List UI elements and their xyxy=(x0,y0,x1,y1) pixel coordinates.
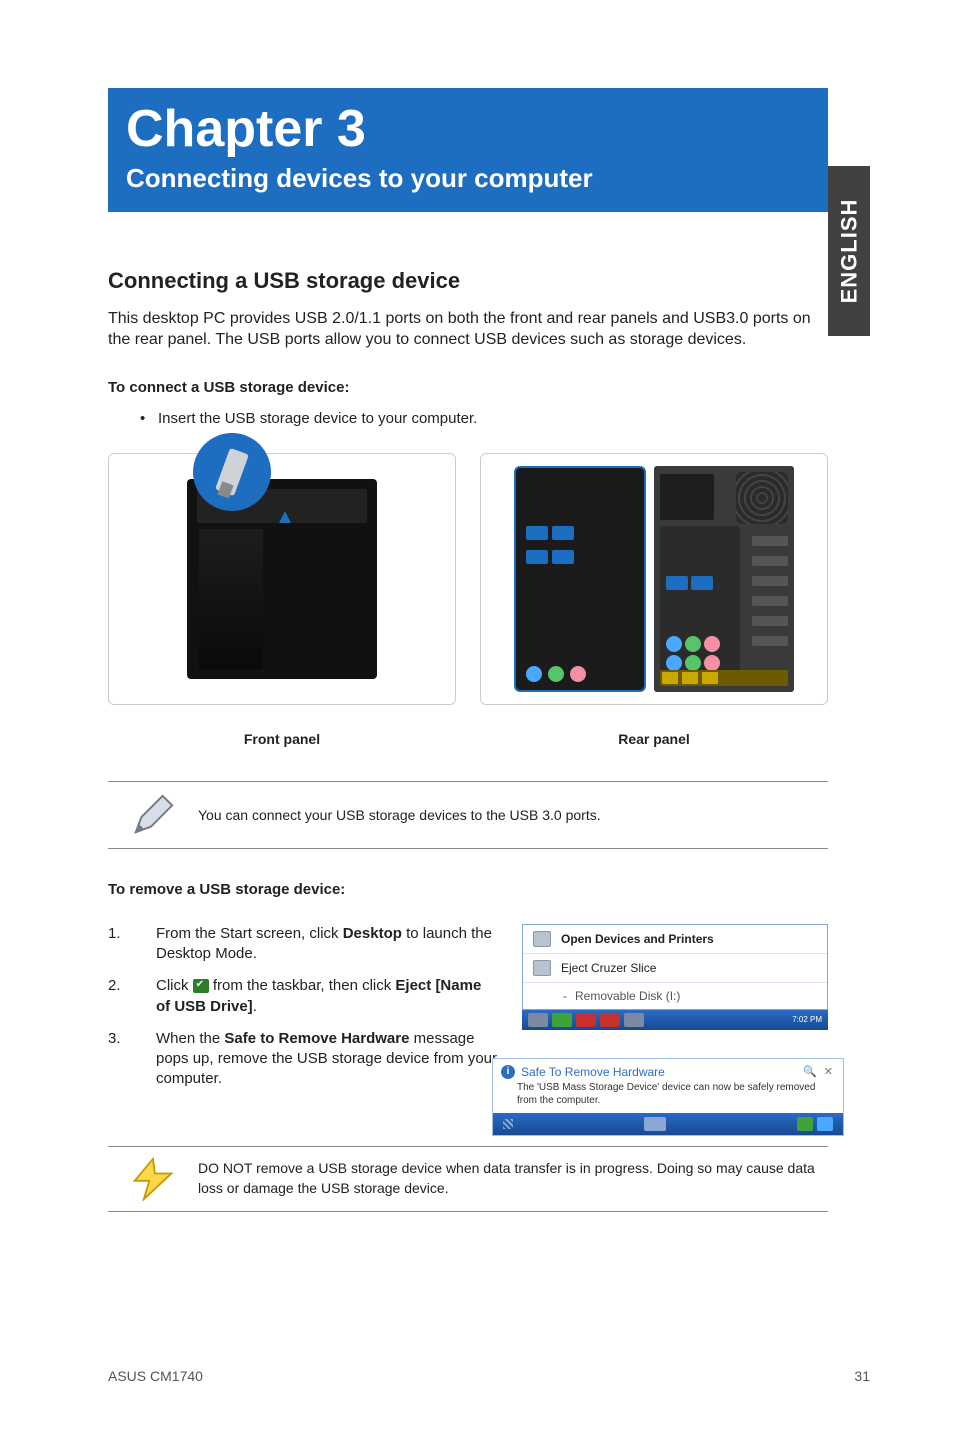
tray-icon[interactable] xyxy=(817,1117,833,1131)
psu-icon xyxy=(660,474,714,520)
keyboard-icon xyxy=(644,1117,666,1131)
step-number: 2. xyxy=(108,976,156,1017)
toast-taskbar xyxy=(493,1113,843,1135)
step-text: From the Start screen, click Desktop to … xyxy=(156,924,498,965)
note-block: You can connect your USB storage devices… xyxy=(108,781,828,849)
chapter-banner: Chapter 3 Connecting devices to your com… xyxy=(108,88,828,212)
step-number: 1. xyxy=(108,924,156,965)
taskbar-icon[interactable] xyxy=(624,1013,644,1027)
menu-item-open-devices[interactable]: Open Devices and Printers xyxy=(523,925,827,954)
menu-item-label: Eject Cruzer Slice xyxy=(561,961,656,975)
tray-eject-icon xyxy=(193,979,209,993)
caution-icon xyxy=(108,1157,198,1201)
note-text: You can connect your USB storage devices… xyxy=(198,807,828,823)
dash-icon: - xyxy=(563,989,567,1003)
list-item: 3. When the Safe to Remove Hardware mess… xyxy=(108,1029,498,1090)
usb-port-icon xyxy=(552,550,574,564)
language-tab: ENGLISH xyxy=(828,166,870,336)
usb-insert-callout-icon xyxy=(193,433,271,511)
panel-images-row xyxy=(108,453,828,705)
drive-icon xyxy=(533,960,551,976)
remove-subhead: To remove a USB storage device: xyxy=(108,881,858,898)
page-footer: ASUS CM1740 31 xyxy=(108,1368,870,1384)
taskbar-icon[interactable] xyxy=(600,1013,620,1027)
menu-item-label: Open Devices and Printers xyxy=(561,932,714,946)
pen-note-icon xyxy=(108,792,198,838)
usb-port-icon xyxy=(552,526,574,540)
tray-icon[interactable] xyxy=(797,1117,813,1131)
step-number: 3. xyxy=(108,1029,156,1090)
rear-panel-image xyxy=(480,453,828,705)
caution-text: DO NOT remove a USB storage device when … xyxy=(198,1159,828,1198)
fan-icon xyxy=(736,472,788,524)
footer-model: ASUS CM1740 xyxy=(108,1368,203,1384)
step-text: When the Safe to Remove Hardware message… xyxy=(156,1029,498,1090)
menu-item-label: Removable Disk (I:) xyxy=(575,989,680,1003)
connect-bullet-text: Insert the USB storage device to your co… xyxy=(158,410,858,427)
footer-page-number: 31 xyxy=(854,1368,870,1384)
bullet-dot: • xyxy=(108,410,158,427)
audio-jack-icon xyxy=(685,636,701,652)
taskbar-icon[interactable] xyxy=(576,1013,596,1027)
chapter-subtitle: Connecting devices to your computer xyxy=(126,163,810,194)
list-item: 1. From the Start screen, click Desktop … xyxy=(108,924,498,965)
chapter-number: Chapter 3 xyxy=(126,102,810,157)
remove-steps-wrap: 1. From the Start screen, click Desktop … xyxy=(108,924,828,1090)
usb-port-icon xyxy=(666,576,688,590)
front-panel-image xyxy=(108,453,456,705)
usb-stick-icon xyxy=(215,448,249,496)
rear-panel-caption: Rear panel xyxy=(480,731,828,747)
grip-icon xyxy=(503,1119,513,1129)
desktop-tower-front-icon xyxy=(187,479,377,679)
audio-jack-icon xyxy=(666,636,682,652)
audio-jack-icon xyxy=(548,666,564,682)
menu-item-removable-disk[interactable]: - Removable Disk (I:) xyxy=(523,983,827,1009)
info-icon: i xyxy=(501,1065,515,1079)
desktop-tower-rear-icon xyxy=(654,466,794,692)
audio-jack-icon xyxy=(570,666,586,682)
printer-icon xyxy=(533,931,551,947)
language-tab-label: ENGLISH xyxy=(836,199,862,304)
taskbar: 7:02 PM xyxy=(522,1010,828,1030)
taskbar-icon[interactable] xyxy=(552,1013,572,1027)
audio-jack-icon xyxy=(704,636,720,652)
usb-port-icon xyxy=(526,526,548,540)
caution-block: DO NOT remove a USB storage device when … xyxy=(108,1146,828,1212)
step-text: Click from the taskbar, then click Eject… xyxy=(156,976,498,1017)
panel-captions: Front panel Rear panel xyxy=(108,731,828,747)
taskbar-time: 7:02 PM xyxy=(792,1015,822,1024)
section-title: Connecting a USB storage device xyxy=(108,268,858,294)
audio-jack-icon xyxy=(526,666,542,682)
toast-controls[interactable]: 🔍 ✕ xyxy=(803,1065,835,1078)
usb-port-icon xyxy=(691,576,713,590)
arrow-icon xyxy=(279,511,291,523)
toast-body: The 'USB Mass Storage Device' device can… xyxy=(493,1081,843,1113)
toast-title: Safe To Remove Hardware xyxy=(521,1065,797,1079)
section-intro: This desktop PC provides USB 2.0/1.1 por… xyxy=(108,308,828,351)
front-panel-caption: Front panel xyxy=(108,731,456,747)
audio-jack-icon xyxy=(685,655,701,671)
list-item: 2. Click from the taskbar, then click Ej… xyxy=(108,976,498,1017)
rear-io-callout-icon xyxy=(514,466,646,692)
audio-jack-icon xyxy=(704,655,720,671)
taskbar-icon[interactable] xyxy=(528,1013,548,1027)
connect-subhead: To connect a USB storage device: xyxy=(108,379,858,396)
menu-item-eject-drive[interactable]: Eject Cruzer Slice xyxy=(523,954,827,983)
manual-page: ENGLISH Chapter 3 Connecting devices to … xyxy=(0,0,954,1438)
eject-menu-popup: Open Devices and Printers Eject Cruzer S… xyxy=(522,924,828,1030)
rule xyxy=(108,848,828,849)
safe-remove-toast: i Safe To Remove Hardware 🔍 ✕ The 'USB M… xyxy=(492,1058,844,1136)
usb-port-icon xyxy=(526,550,548,564)
connect-bullet: • Insert the USB storage device to your … xyxy=(108,410,858,427)
remove-step-list: 1. From the Start screen, click Desktop … xyxy=(108,924,498,1090)
audio-jack-icon xyxy=(666,655,682,671)
